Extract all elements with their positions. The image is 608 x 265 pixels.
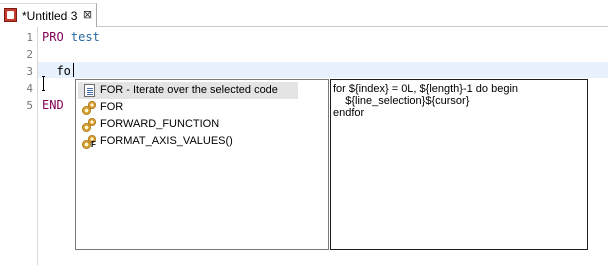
proposal-label: FOR - Iterate over the selected code xyxy=(100,84,278,96)
gear-icon xyxy=(82,117,98,132)
tab-title: *Untitled 3 xyxy=(22,9,78,23)
gear-function-icon: F xyxy=(82,134,98,149)
code-line-current: fo xyxy=(42,64,71,78)
line-number: 3 xyxy=(26,65,33,78)
proposal-item[interactable]: FOR xyxy=(78,99,298,116)
proposal-label: FORMAT_AXIS_VALUES() xyxy=(100,135,233,147)
proposal-label: FORWARD_FUNCTION xyxy=(100,118,220,130)
proposal-item[interactable]: FORWARD_FUNCTION xyxy=(78,116,298,133)
content-assist-list[interactable]: FOR - Iterate over the selected code FOR… xyxy=(75,79,329,250)
line-number: 4 xyxy=(26,82,33,95)
proposal-label: FOR xyxy=(100,101,124,113)
code-line: PRO test xyxy=(42,30,100,44)
info-line: ${line_selection}${cursor} xyxy=(333,95,470,107)
proposal-item[interactable]: FOR - Iterate over the selected code xyxy=(78,82,298,99)
proposal-info-popup: for ${index} = 0L, ${length}-1 do begin … xyxy=(330,79,588,250)
code-line: END xyxy=(42,98,64,112)
info-line: endfor xyxy=(333,107,365,119)
proposal-item[interactable]: F FORMAT_AXIS_VALUES() xyxy=(78,133,298,150)
gear-icon xyxy=(82,100,98,115)
info-line: for ${index} = 0L, ${length}-1 do begin xyxy=(333,83,519,95)
tab-untitled-3[interactable]: *Untitled 3 ⊠ xyxy=(0,3,97,27)
line-number-gutter xyxy=(0,27,36,265)
idl-file-icon xyxy=(4,8,17,22)
editor-tab-strip: *Untitled 3 ⊠ xyxy=(0,0,608,27)
keyword: PRO xyxy=(42,30,64,44)
identifier: test xyxy=(70,30,100,44)
line-number: 5 xyxy=(26,99,33,112)
template-icon xyxy=(82,83,98,98)
current-line-highlight xyxy=(38,62,608,78)
keyword: END xyxy=(42,98,64,112)
i-beam-cursor-icon xyxy=(42,76,45,91)
line-number: 1 xyxy=(26,31,33,44)
close-icon[interactable]: ⊠ xyxy=(82,9,93,20)
line-number: 2 xyxy=(26,48,33,61)
text-caret xyxy=(73,63,74,77)
